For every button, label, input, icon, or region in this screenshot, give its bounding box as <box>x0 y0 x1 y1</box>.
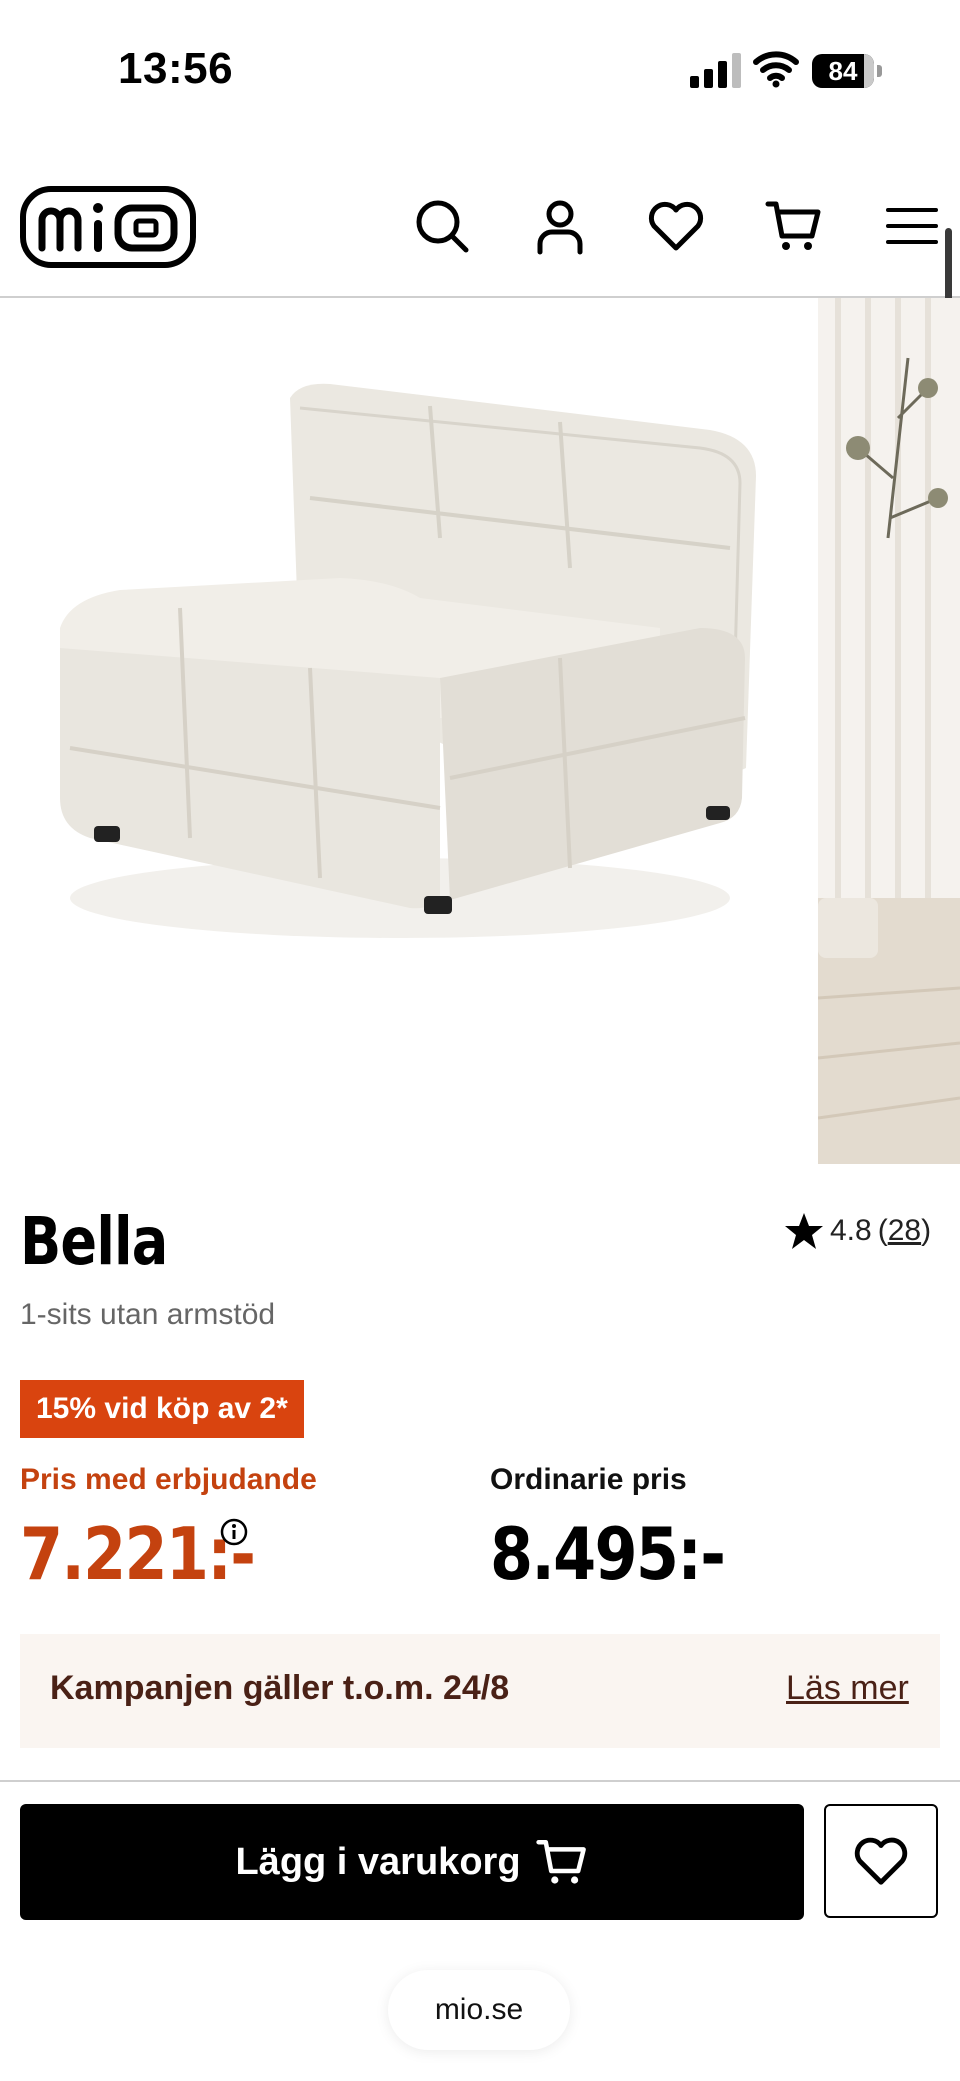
cart-icon <box>535 1839 586 1884</box>
campaign-text: Kampanjen gäller t.o.m. 24/8 <box>50 1669 510 1707</box>
room-image <box>818 298 960 1164</box>
review-count[interactable]: (28) <box>878 1214 931 1248</box>
heart-icon[interactable] <box>646 196 706 256</box>
next-product-image[interactable] <box>818 298 960 1164</box>
battery-icon: 84 <box>812 54 882 88</box>
search-icon[interactable] <box>412 196 472 256</box>
regular-price-label: Ordinarie pris <box>490 1463 687 1496</box>
info-icon[interactable] <box>220 1518 248 1546</box>
divider <box>0 1780 960 1782</box>
wifi-icon <box>753 51 799 88</box>
add-to-wishlist-button[interactable] <box>824 1804 938 1918</box>
status-time: 13:56 <box>118 44 234 93</box>
account-icon[interactable] <box>530 196 590 256</box>
battery-level: 84 <box>828 56 858 86</box>
offer-price-label: Pris med erbjudande <box>20 1463 317 1496</box>
regular-price: 8.495:- <box>490 1512 726 1596</box>
cart-icon[interactable] <box>764 196 824 256</box>
read-more-link[interactable]: Läs mer <box>786 1669 909 1708</box>
product-title: Bella <box>20 1203 168 1280</box>
mio-logo[interactable] <box>20 186 196 268</box>
menu-icon[interactable] <box>882 196 942 256</box>
signal-icon <box>690 53 741 88</box>
star-icon <box>785 1213 823 1249</box>
add-to-cart-button[interactable]: Lägg i varukorg <box>20 1804 804 1920</box>
product-subtitle: 1-sits utan armstöd <box>20 1298 276 1331</box>
heart-icon <box>854 1837 908 1885</box>
browser-url-bar[interactable]: mio.se <box>388 1970 570 2050</box>
product-image[interactable] <box>0 298 818 1164</box>
promo-badge: 15% vid köp av 2* <box>20 1380 304 1438</box>
rating-value: 4.8 <box>830 1214 872 1247</box>
product-rating[interactable]: 4.8 (28) <box>784 1212 931 1250</box>
review-count-link[interactable]: 28 <box>888 1214 921 1247</box>
add-to-cart-label: Lägg i varukorg <box>235 1840 521 1883</box>
armchair-image <box>60 383 756 938</box>
